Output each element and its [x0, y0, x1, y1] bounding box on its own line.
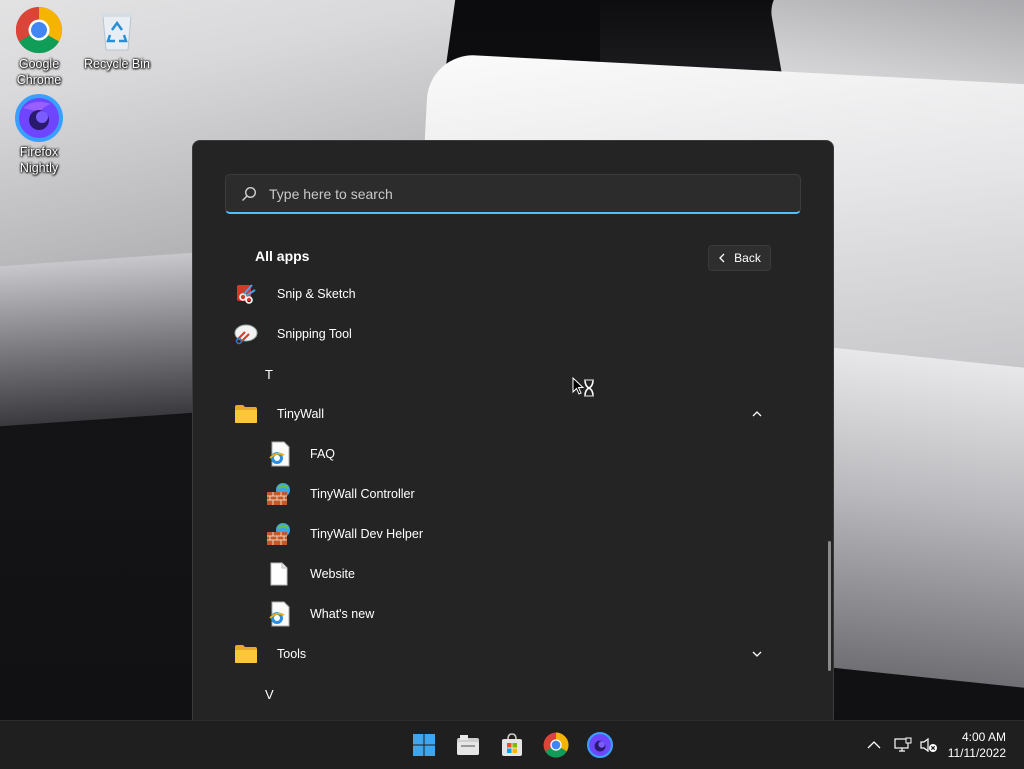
app-item-faq[interactable]: FAQ [233, 434, 783, 474]
folder-item-label: Tools [277, 647, 307, 661]
app-item-website[interactable]: Website [233, 554, 783, 594]
back-button-label: Back [734, 251, 761, 265]
folder-icon [233, 641, 259, 667]
letter-header-label: T [265, 366, 273, 382]
taskbar-chrome[interactable] [536, 725, 576, 765]
app-item-label: Snip & Sketch [277, 287, 356, 301]
search-input[interactable] [267, 184, 751, 203]
letter-header-label: V [265, 686, 274, 702]
app-item-label: Snipping Tool [277, 327, 352, 341]
chevron-left-icon [719, 253, 725, 263]
app-item-label: What's new [310, 607, 375, 621]
app-item-tinywall-controller[interactable]: TinyWall Controller [233, 474, 783, 514]
snip-sketch-icon [233, 281, 259, 307]
clock-date: 11/11/2022 [947, 746, 1006, 760]
search-box[interactable] [225, 174, 801, 214]
start-button[interactable] [404, 725, 444, 765]
ie-document-icon [266, 601, 292, 627]
letter-header-t[interactable]: T [233, 354, 783, 394]
folder-item-label: TinyWall [277, 407, 324, 421]
tinywall-icon [266, 481, 292, 507]
ie-document-icon [266, 441, 292, 467]
microsoft-store-icon [502, 733, 522, 756]
letter-header-v[interactable]: V [233, 674, 783, 714]
network-button[interactable] [892, 721, 914, 769]
taskbar-file-explorer[interactable] [448, 725, 488, 765]
clock-time: 4:00 AM [961, 730, 1006, 744]
app-item-tinywall-dev-helper[interactable]: TinyWall Dev Helper [233, 514, 783, 554]
document-icon [266, 561, 292, 587]
app-item-snipping-tool[interactable]: Snipping Tool [233, 314, 783, 354]
desktop-icon-label: Recycle Bin [84, 57, 150, 71]
chevron-down-icon[interactable] [751, 648, 763, 660]
back-button[interactable]: Back [708, 245, 771, 271]
app-item-whats-new[interactable]: What's new [233, 594, 783, 634]
chevron-up-icon[interactable] [751, 408, 763, 420]
taskbar-microsoft-store[interactable] [492, 725, 532, 765]
taskbar: 4:00 AM 11/11/2022 [0, 720, 1024, 769]
folder-icon [233, 401, 259, 427]
show-hidden-icons-button[interactable] [862, 721, 886, 769]
recycle-bin-icon [93, 6, 141, 54]
app-item-label: TinyWall Controller [310, 487, 415, 501]
volume-button[interactable] [918, 721, 940, 769]
chrome-icon [15, 6, 63, 54]
chrome-icon [543, 732, 569, 758]
folder-item-tinywall[interactable]: TinyWall [233, 394, 783, 434]
firefox-nightly-icon [15, 94, 63, 142]
scrollbar-thumb[interactable] [828, 541, 831, 671]
search-icon [242, 186, 257, 201]
all-apps-heading: All apps [255, 248, 310, 264]
folder-item-tools[interactable]: Tools [233, 634, 783, 674]
start-menu: All apps Back Snip & Sketch [192, 140, 834, 721]
desktop-icon-firefox-nightly[interactable]: Firefox Nightly [2, 94, 76, 176]
busy-cursor-icon [572, 376, 596, 404]
volume-muted-icon [920, 737, 937, 753]
tinywall-icon [266, 521, 292, 547]
app-item-label: FAQ [310, 447, 336, 461]
chevron-up-icon [867, 741, 881, 749]
taskbar-firefox-nightly[interactable] [580, 725, 620, 765]
start-icon [413, 734, 435, 756]
firefox-nightly-icon [587, 732, 613, 758]
file-explorer-icon [457, 735, 479, 755]
app-item-label: Website [310, 567, 355, 581]
network-icon [894, 737, 912, 752]
app-item-label: TinyWall Dev Helper [310, 527, 423, 541]
desktop-icon-google-chrome[interactable]: Google Chrome [2, 6, 76, 88]
app-item-snip-sketch[interactable]: Snip & Sketch [233, 274, 783, 314]
desktop-icon-recycle-bin[interactable]: Recycle Bin [80, 6, 154, 72]
clock[interactable]: 4:00 AM 11/11/2022 [948, 729, 1006, 761]
desktop-icon-label: Google Chrome [16, 57, 62, 87]
snipping-tool-icon [233, 321, 259, 347]
desktop-icon-label: Firefox Nightly [19, 145, 59, 175]
